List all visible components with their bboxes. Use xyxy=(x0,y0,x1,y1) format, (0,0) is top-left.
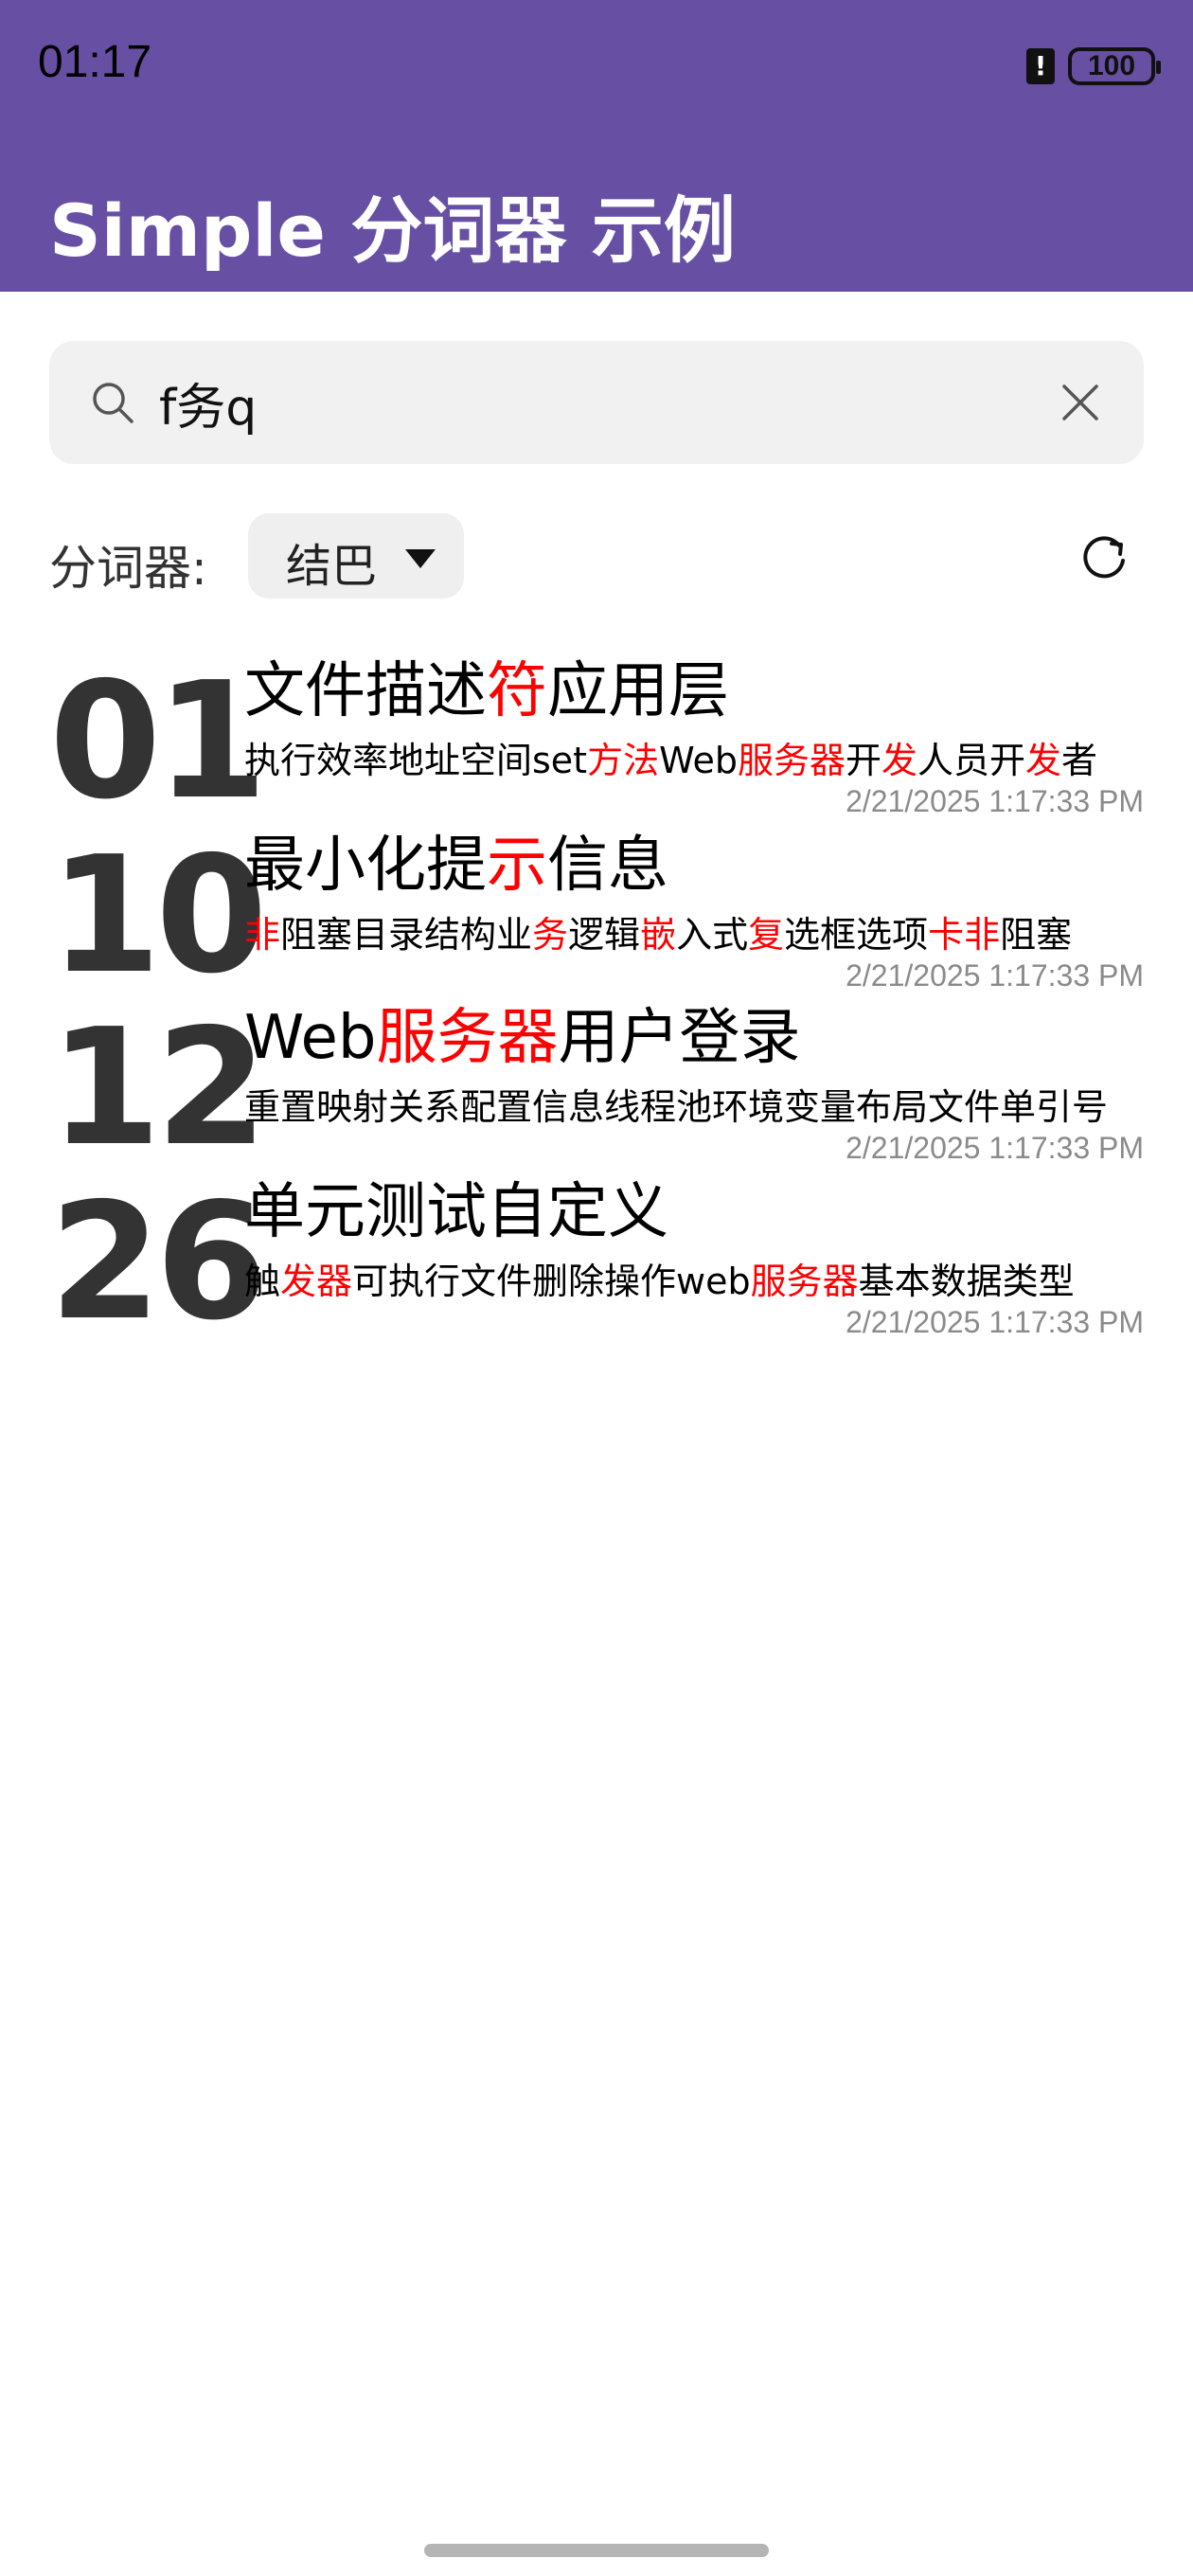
status-icons: 100 xyxy=(1026,47,1161,85)
result-title: 单元测试自定义 xyxy=(244,1174,668,1250)
snippet-text: 可执行文件删除操作web xyxy=(352,1261,751,1302)
snippet-text: 重置映射关系配置信息线程池环境变量布局文件单引号 xyxy=(244,1086,1109,1128)
snippet-text: 执行效率地址空间set xyxy=(244,740,588,781)
tokenizer-row: 分词器: 结巴 xyxy=(49,511,1144,602)
result-item[interactable]: 10 最小化提示信息 非阻塞目录结构业务逻辑嵌入式复选框选项卡非阻塞 2/21/202… xyxy=(49,828,1144,998)
sim-alert-icon xyxy=(1026,48,1055,84)
snippet-text: 者 xyxy=(1061,740,1098,781)
result-timestamp: 2/21/2025 1:17:33 PM xyxy=(846,1305,1144,1339)
result-item[interactable]: 01 文件描述符应用层 执行效率地址空间set方法Web服务器开发人员开发者 2/21… xyxy=(49,653,1144,824)
result-number: 26 xyxy=(49,1169,268,1356)
title-text: 单元测试自定义 xyxy=(244,1177,668,1247)
snippet-text: 基本数据类型 xyxy=(858,1261,1075,1302)
highlighted-match: 发器 xyxy=(280,1261,353,1302)
highlighted-match: 非 xyxy=(244,914,281,956)
result-timestamp: 2/21/2025 1:17:33 PM xyxy=(846,784,1144,818)
snippet-text: 触 xyxy=(244,1261,281,1302)
result-item[interactable]: 12 Web服务器用户登录 重置映射关系配置信息线程池环境变量布局文件单引号 2/21… xyxy=(49,1000,1144,1171)
title-text: Web xyxy=(244,1003,377,1073)
tokenizer-dropdown[interactable]: 结巴 xyxy=(248,513,464,599)
search-box[interactable] xyxy=(49,341,1144,464)
title-text: 用户登录 xyxy=(558,1003,801,1073)
title-text: 文件描述 xyxy=(244,656,487,726)
tokenizer-label: 分词器: xyxy=(49,541,207,596)
result-number: 01 xyxy=(49,648,268,835)
highlighted-match: 发 xyxy=(881,740,917,781)
title-text: 应用层 xyxy=(547,656,729,726)
highlighted-match: 卡非 xyxy=(928,914,1001,956)
highlighted-match: 服务器 xyxy=(737,740,846,781)
app-bar: Simple 分词器 示例 xyxy=(0,133,1193,292)
result-number: 12 xyxy=(49,994,268,1182)
highlighted-match: 务 xyxy=(532,914,569,956)
status-time: 01:17 xyxy=(38,37,152,87)
result-snippet: 执行效率地址空间set方法Web服务器开发人员开发者 xyxy=(244,737,1144,784)
snippet-text: 逻辑 xyxy=(568,914,641,956)
home-indicator[interactable] xyxy=(424,2544,769,2557)
highlighted-match: 方法 xyxy=(587,740,660,781)
highlighted-match: 嵌 xyxy=(640,914,677,956)
clear-icon[interactable] xyxy=(1057,379,1104,426)
search-input[interactable] xyxy=(159,360,1011,445)
page-title: Simple 分词器 示例 xyxy=(49,188,736,273)
result-item[interactable]: 26 单元测试自定义 触发器可执行文件删除操作web服务器基本数据类型 2/21/20… xyxy=(49,1174,1144,1345)
highlighted-match: 符 xyxy=(487,656,547,726)
result-snippet: 触发器可执行文件删除操作web服务器基本数据类型 xyxy=(244,1258,1144,1305)
highlighted-match: 复 xyxy=(748,914,785,956)
chevron-down-icon xyxy=(405,549,436,568)
snippet-text: 开 xyxy=(845,740,881,781)
result-title: 文件描述符应用层 xyxy=(244,653,729,729)
snippet-text: 人员开 xyxy=(917,740,1026,781)
title-text: 信息 xyxy=(547,831,668,901)
snippet-text: 入式 xyxy=(676,914,749,956)
result-snippet: 非阻塞目录结构业务逻辑嵌入式复选框选项卡非阻塞 xyxy=(244,911,1144,958)
title-text: 最小化提 xyxy=(244,831,487,901)
battery-level: 100 xyxy=(1087,50,1136,81)
result-number: 10 xyxy=(49,822,268,1010)
snippet-text: 阻塞目录结构业 xyxy=(280,914,533,956)
status-bar: 01:17 100 xyxy=(0,0,1193,133)
snippet-text: 选框选项 xyxy=(784,914,929,956)
result-snippet: 重置映射关系配置信息线程池环境变量布局文件单引号 xyxy=(244,1083,1144,1131)
highlighted-match: 服务器 xyxy=(376,1003,559,1073)
highlighted-match: 发 xyxy=(1025,740,1062,781)
battery-icon: 100 xyxy=(1068,47,1161,85)
highlighted-match: 示 xyxy=(487,831,547,901)
snippet-text: 阻塞 xyxy=(1000,914,1073,956)
snippet-text: Web xyxy=(659,740,738,781)
search-icon xyxy=(93,383,134,423)
refresh-icon[interactable] xyxy=(1077,532,1131,585)
result-title: Web服务器用户登录 xyxy=(244,1000,801,1076)
highlighted-match: 服务器 xyxy=(750,1261,859,1302)
result-timestamp: 2/21/2025 1:17:33 PM xyxy=(846,958,1144,993)
tokenizer-selected-value: 结巴 xyxy=(286,540,378,593)
result-timestamp: 2/21/2025 1:17:33 PM xyxy=(846,1131,1144,1165)
result-title: 最小化提示信息 xyxy=(244,828,668,903)
